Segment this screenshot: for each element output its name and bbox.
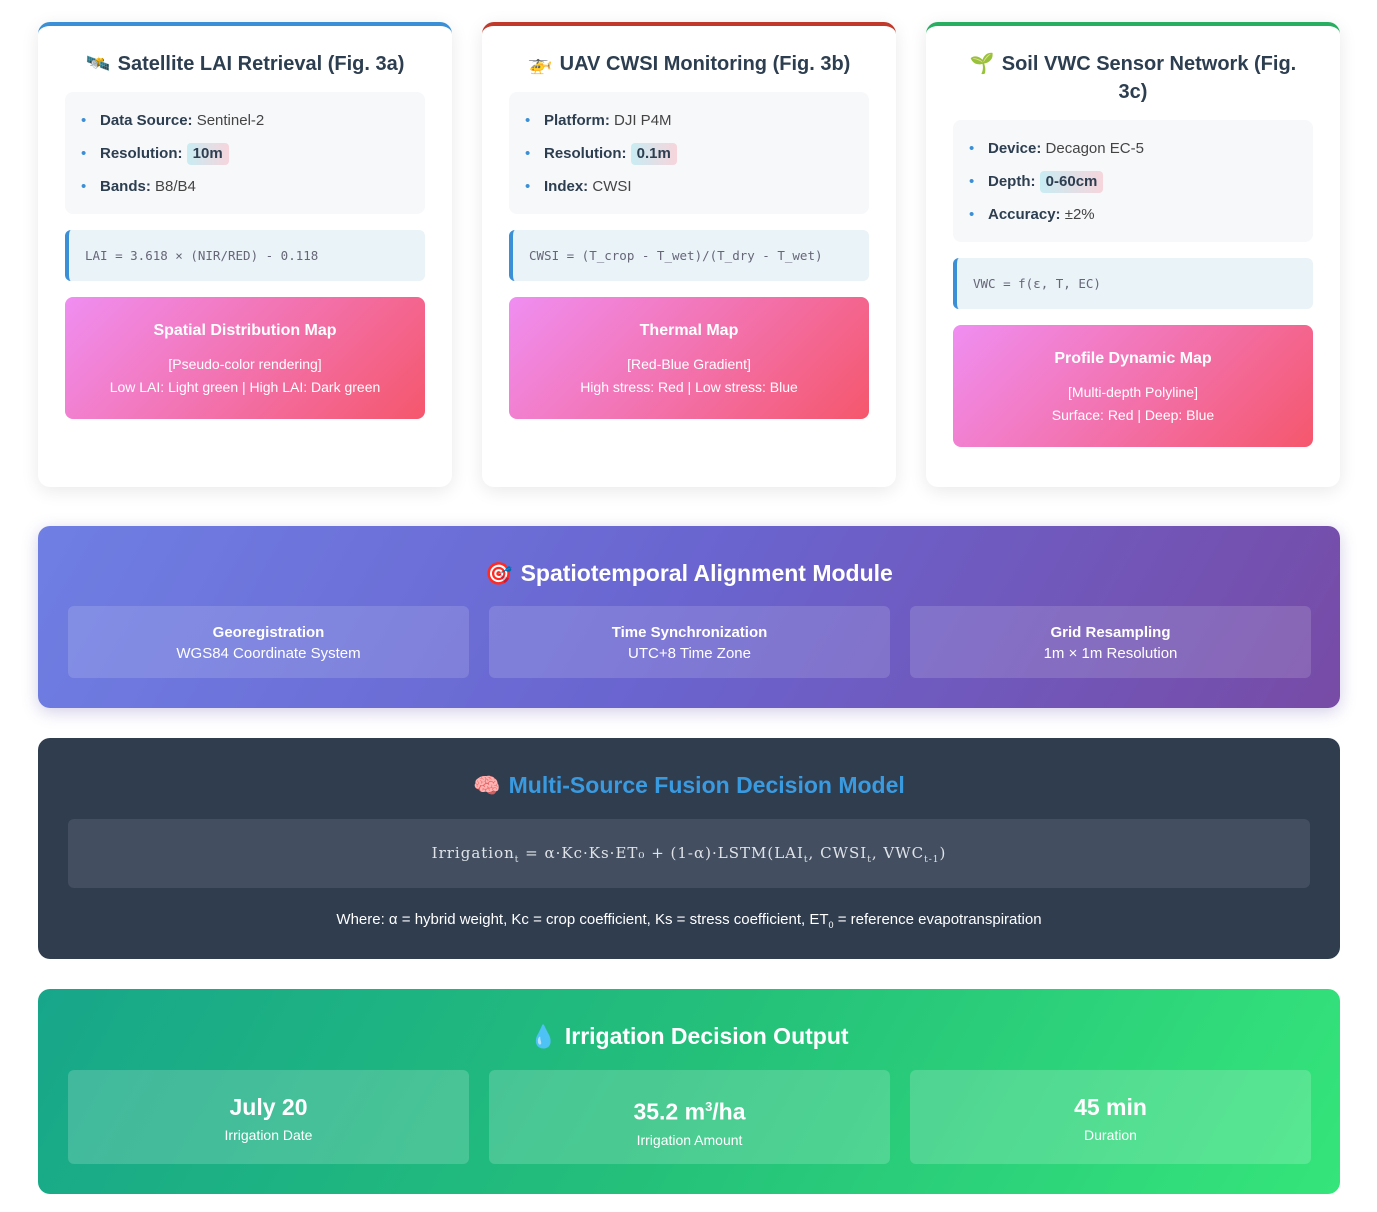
param-item: Index: CWSI [525,176,853,198]
data-source-cards: 🛰️Satellite LAI Retrieval (Fig. 3a) Data… [38,22,1340,487]
satellite-icon: 🛰️ [85,53,111,75]
fusion-equation: Irrigationt = α·Kc·Ks·ET₀ + (1-α)·LSTM(L… [68,819,1310,888]
highlight-badge: 0-60cm [1039,171,1104,193]
param-item: Depth: 0-60cm [969,171,1297,193]
drone-icon: 🚁 [527,53,553,75]
georegistration-tile: Georegistration WGS84 Coordinate System [68,606,469,678]
brain-icon: 🧠 [473,773,501,798]
satellite-lai-card: 🛰️Satellite LAI Retrieval (Fig. 3a) Data… [38,22,452,487]
param-list: Platform: DJI P4M Resolution: 0.1m Index… [509,92,869,214]
param-list: Device: Decagon EC-5 Depth: 0-60cm Accur… [953,120,1313,242]
target-icon: 🎯 [485,561,513,586]
param-item: Resolution: 0.1m [525,143,853,165]
section-title: 🧠 Multi-Source Fusion Decision Model [38,770,1340,801]
section-title: 🎯 Spatiotemporal Alignment Module [38,558,1340,589]
grid-resampling-tile: Grid Resampling 1m × 1m Resolution [910,606,1311,678]
card-title: 🚁 UAV CWSI Monitoring (Fig. 3b) [509,50,869,78]
seedling-icon: 🌱 [969,53,995,75]
param-item: Data Source: Sentinel-2 [81,110,409,132]
fusion-decision-model: 🧠 Multi-Source Fusion Decision Model Irri… [38,738,1340,959]
irrigation-decision-output: 💧 Irrigation Decision Output July 20 Irri… [38,989,1340,1194]
highlight-badge: 10m [186,143,229,165]
uav-cwsi-card: 🚁UAV CWSI Monitoring (Fig. 3b) Platform:… [482,22,896,487]
irrigation-amount-tile: 35.2 m3/ha Irrigation Amount [489,1070,890,1164]
param-item: Resolution: 10m [81,143,409,165]
spatial-distribution-map: Spatial Distribution Map [Pseudo-color r… [65,297,425,419]
water-drop-icon: 💧 [529,1024,557,1049]
irrigation-date-tile: July 20 Irrigation Date [68,1070,469,1164]
highlight-badge: 0.1m [630,143,677,165]
card-title: 🌱 Soil VWC Sensor Network (Fig. 3c) [953,50,1313,106]
section-title: 💧 Irrigation Decision Output [38,1021,1340,1052]
param-item: Device: Decagon EC-5 [969,138,1297,160]
duration-tile: 45 min Duration [910,1070,1311,1164]
time-sync-tile: Time Synchronization UTC+8 Time Zone [489,606,890,678]
cwsi-formula: CWSI = (T_crop - T_wet)/(T_dry - T_wet) [509,230,869,281]
card-title: 🛰️ Satellite LAI Retrieval (Fig. 3a) [65,50,425,78]
vwc-formula: VWC = f(ε, T, EC) [953,258,1313,309]
param-item: Platform: DJI P4M [525,110,853,132]
lai-formula: LAI = 3.618 × (NIR/RED) - 0.118 [65,230,425,281]
soil-vwc-card: 🌱Soil VWC Sensor Network (Fig. 3c) Devic… [926,22,1340,487]
equation-legend: Where: α = hybrid weight, Kc = crop coef… [336,911,1042,930]
spatiotemporal-alignment-module: 🎯 Spatiotemporal Alignment Module Georegi… [38,526,1340,708]
param-item: Bands: B8/B4 [81,176,409,198]
profile-dynamic-map: Profile Dynamic Map [Multi-depth Polylin… [953,325,1313,447]
thermal-map: Thermal Map [Red-Blue Gradient] High stre… [509,297,869,419]
param-list: Data Source: Sentinel-2 Resolution: 10m … [65,92,425,214]
param-item: Accuracy: ±2% [969,204,1297,226]
